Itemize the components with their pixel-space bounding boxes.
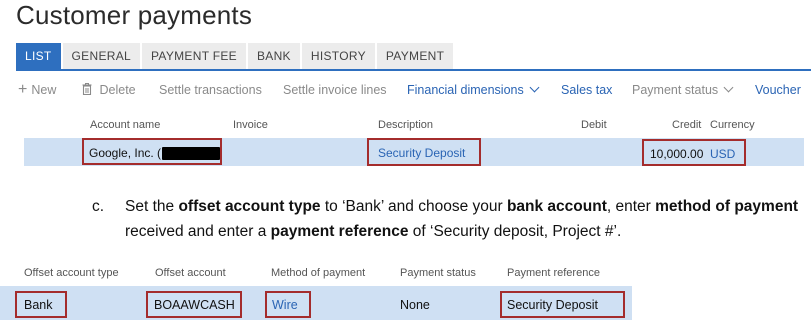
tab-history[interactable]: HISTORY bbox=[301, 43, 375, 69]
settle-invoice-lines-button[interactable]: Settle invoice lines bbox=[283, 80, 387, 100]
sales-tax-button[interactable]: Sales tax bbox=[561, 80, 612, 100]
redaction-bar bbox=[162, 147, 221, 161]
page-title: Customer payments bbox=[16, 0, 253, 30]
tab-payment-fee[interactable]: PAYMENT FEE bbox=[142, 43, 246, 69]
new-label: New bbox=[31, 83, 57, 97]
step-text-bold: payment reference bbox=[270, 223, 409, 240]
offset-account-cell[interactable]: BOAAWCASH bbox=[154, 297, 235, 313]
delete-button[interactable]: Delete bbox=[82, 80, 136, 100]
step-text-bold: method of payment bbox=[655, 198, 799, 215]
delete-label: Delete bbox=[99, 83, 136, 97]
column-header-method-of-payment[interactable]: Method of payment bbox=[271, 267, 365, 279]
column-header-payment-status[interactable]: Payment status bbox=[400, 267, 476, 279]
step-text-bold: offset account type bbox=[178, 198, 321, 215]
column-header-description[interactable]: Description bbox=[378, 119, 433, 131]
new-button[interactable]: + New bbox=[18, 80, 56, 100]
tab-general[interactable]: GENERAL bbox=[62, 43, 140, 69]
column-header-currency[interactable]: Currency bbox=[710, 119, 755, 131]
currency-cell[interactable]: USD bbox=[710, 145, 735, 163]
payment-status-label: Payment status bbox=[632, 83, 719, 97]
plus-icon: + bbox=[18, 81, 28, 98]
column-header-invoice[interactable]: Invoice bbox=[233, 119, 268, 131]
step-letter: c. bbox=[92, 198, 105, 215]
settle-transactions-button[interactable]: Settle transactions bbox=[159, 80, 262, 100]
payment-reference-cell[interactable]: Security Deposit bbox=[507, 297, 598, 313]
column-header-debit[interactable]: Debit bbox=[581, 119, 607, 131]
chevron-down-icon bbox=[723, 82, 734, 93]
column-header-offset-account-type[interactable]: Offset account type bbox=[24, 267, 119, 279]
trash-icon bbox=[82, 83, 95, 97]
tab-payment[interactable]: PAYMENT bbox=[376, 43, 454, 69]
step-text-part: to ‘Bank’ and choose your bbox=[320, 198, 507, 215]
tab-bar: LIST GENERAL PAYMENT FEE BANK HISTORY PA… bbox=[16, 43, 455, 69]
offset-account-type-cell[interactable]: Bank bbox=[24, 297, 53, 313]
account-name-cell[interactable]: Google, Inc. ( bbox=[89, 144, 221, 162]
payment-status-cell[interactable]: None bbox=[400, 297, 430, 313]
step-text-part: of ‘Security deposit, Project #’. bbox=[408, 223, 622, 240]
financial-dimensions-button[interactable]: Financial dimensions bbox=[407, 80, 540, 100]
step-text-part: received and enter a bbox=[125, 223, 271, 240]
tab-underline bbox=[16, 69, 811, 71]
step-text-part: Set the bbox=[125, 198, 179, 215]
column-header-offset-account[interactable]: Offset account bbox=[155, 267, 226, 279]
step-text-bold: bank account bbox=[506, 198, 607, 215]
financial-dimensions-label: Financial dimensions bbox=[407, 83, 524, 97]
chevron-down-icon bbox=[529, 82, 540, 93]
voucher-button[interactable]: Voucher bbox=[755, 80, 801, 100]
tab-bank[interactable]: BANK bbox=[247, 43, 300, 69]
payment-status-button[interactable]: Payment status bbox=[632, 80, 734, 100]
column-header-credit[interactable]: Credit bbox=[672, 119, 701, 131]
action-toolbar: + New Delete Settle transactions Settle i… bbox=[18, 80, 811, 100]
method-of-payment-cell[interactable]: Wire bbox=[272, 297, 298, 313]
step-text: Set the offset account type to ‘Bank’ an… bbox=[125, 194, 811, 244]
tab-list[interactable]: LIST bbox=[16, 43, 61, 69]
credit-cell[interactable]: 10,000.00 bbox=[650, 145, 703, 163]
column-header-account-name[interactable]: Account name bbox=[90, 119, 160, 131]
description-cell[interactable]: Security Deposit bbox=[378, 144, 465, 162]
account-name-value: Google, Inc. ( bbox=[89, 146, 162, 160]
column-header-payment-reference[interactable]: Payment reference bbox=[507, 267, 600, 279]
step-text-part: , enter bbox=[606, 198, 656, 215]
